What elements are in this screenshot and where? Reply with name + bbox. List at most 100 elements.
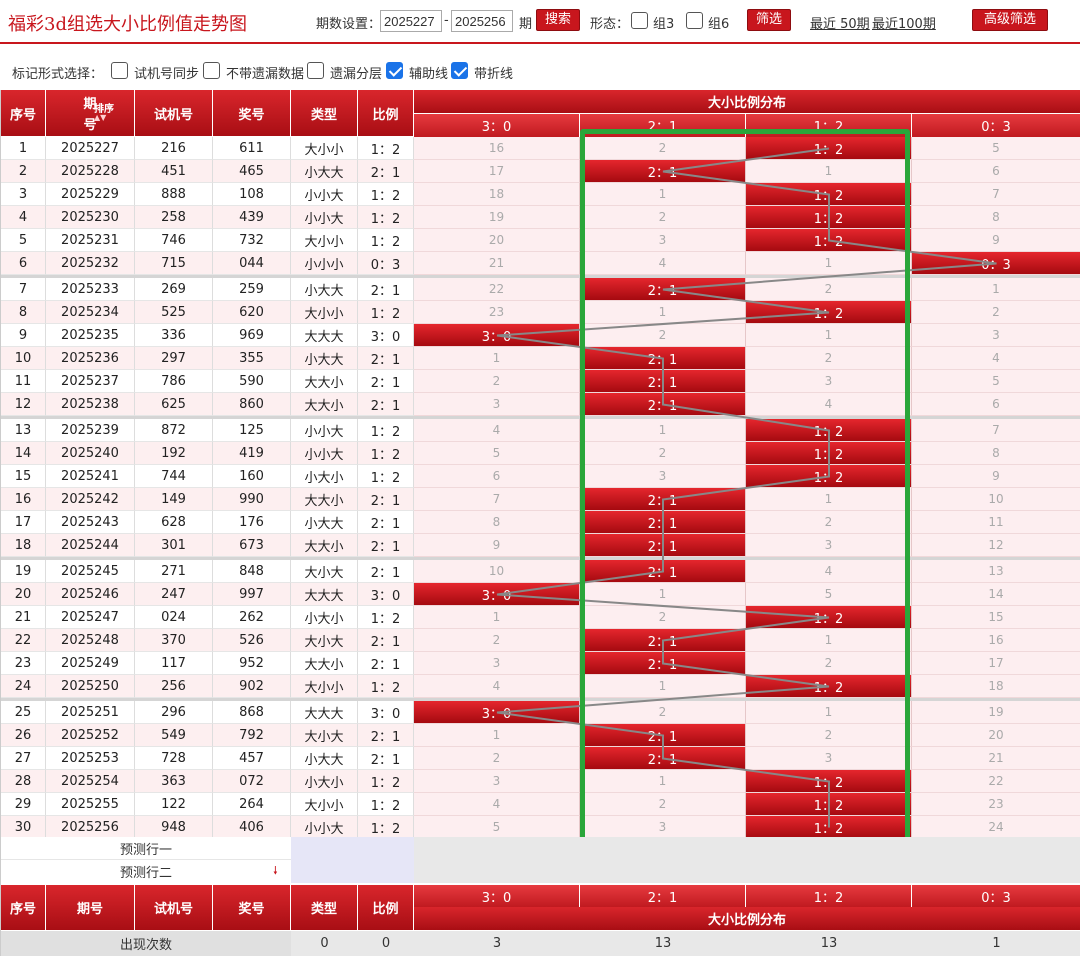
table-row: 12 2025238 625 860 大大小 2：1 3 2：1 4 6 — [1, 393, 1080, 416]
dist-miss-cell: 19 — [912, 701, 1080, 724]
table-row: 6 2025232 715 044 小小小 0：3 21 4 1 0：3 — [1, 252, 1080, 275]
start-period-input[interactable] — [380, 10, 442, 32]
dist-miss-cell: 6 — [912, 393, 1080, 416]
cell-win: 176 — [213, 511, 291, 534]
search-button[interactable]: 搜索 — [536, 9, 580, 31]
cell-win: 997 — [213, 583, 291, 606]
dist-hit-cell: 3：0 — [414, 701, 580, 724]
z6-checkbox[interactable] — [686, 12, 703, 29]
cell-type: 小大小 — [291, 606, 358, 629]
cell-seq: 20 — [1, 583, 46, 606]
cell-period: 2025249 — [46, 652, 135, 675]
cell-seq: 4 — [1, 206, 46, 229]
dist-miss-cell: 2 — [746, 278, 912, 301]
cell-win: 902 — [213, 675, 291, 698]
dist-hit-cell: 2：1 — [580, 534, 746, 557]
cell-win: 860 — [213, 393, 291, 416]
cell-test: 728 — [135, 747, 213, 770]
table-row: 5 2025231 746 732 大小小 1：2 20 3 1：2 9 — [1, 229, 1080, 252]
cell-test: 525 — [135, 301, 213, 324]
table-row: 8 2025234 525 620 大小小 1：2 23 1 1：2 2 — [1, 301, 1080, 324]
table-row: 9 2025235 336 969 大大大 3：0 3：0 2 1 3 — [1, 324, 1080, 347]
dist-miss-cell: 1 — [746, 160, 912, 183]
cell-seq: 6 — [1, 252, 46, 275]
predict-row-1[interactable]: 预测行一 — [1, 837, 291, 860]
option-label-nomiss: 不带遗漏数据 — [226, 67, 305, 82]
footer-header-win: 奖号 — [213, 885, 291, 931]
predict-type-cell[interactable] — [291, 837, 414, 883]
cell-ratio: 1：2 — [358, 442, 414, 465]
mark-label: 标记形式选择： — [12, 67, 104, 82]
recent-100-link[interactable]: 最近100期 — [872, 13, 936, 32]
cell-test: 256 — [135, 675, 213, 698]
header-dist: 大小比例分布 — [414, 90, 1080, 114]
table-row: 1 2025227 216 611 大小小 1：2 16 2 1：2 5 — [1, 137, 1080, 160]
option-checkbox-helper[interactable] — [386, 62, 403, 79]
count-cat-30: 3 — [414, 931, 580, 956]
dist-miss-cell: 1 — [580, 675, 746, 698]
dist-miss-cell: 6 — [912, 160, 1080, 183]
cell-type: 小大大 — [291, 747, 358, 770]
dist-hit-cell: 2：1 — [580, 724, 746, 747]
header-period[interactable]: 期 号 排序 ▲▼ — [46, 90, 135, 137]
table-row: 18 2025244 301 673 大大小 2：1 9 2：1 3 12 — [1, 534, 1080, 557]
dist-hit-cell: 2：1 — [580, 629, 746, 652]
cell-type: 大大大 — [291, 324, 358, 347]
cell-period: 2025253 — [46, 747, 135, 770]
cell-period: 2025232 — [46, 252, 135, 275]
cell-type: 大大大 — [291, 583, 358, 606]
dist-miss-cell: 23 — [414, 301, 580, 324]
top-toolbar: 福彩3d组选大小比例值走势图 期数设置： - 期 搜索 形态： 组3 组6 筛选… — [0, 0, 1080, 44]
dist-miss-cell: 9 — [912, 465, 1080, 488]
dist-miss-cell: 7 — [414, 488, 580, 511]
dist-miss-cell: 1 — [580, 770, 746, 793]
dist-miss-cell: 3 — [414, 393, 580, 416]
header-win: 奖号 — [213, 90, 291, 137]
predict-row-2[interactable]: 预测行二 🠗 — [1, 860, 291, 883]
recent-50-link[interactable]: 最近 50期 — [810, 13, 870, 32]
dist-hit-cell: 1：2 — [746, 770, 912, 793]
z3-checkbox[interactable] — [631, 12, 648, 29]
dist-miss-cell: 1 — [746, 701, 912, 724]
cell-type: 大大小 — [291, 488, 358, 511]
count-type: 0 — [291, 931, 358, 956]
cell-ratio: 1：2 — [358, 137, 414, 160]
dist-miss-cell: 8 — [414, 511, 580, 534]
cell-type: 小大大 — [291, 160, 358, 183]
cell-test: 451 — [135, 160, 213, 183]
cell-seq: 3 — [1, 183, 46, 206]
filter-button[interactable]: 筛选 — [747, 9, 791, 31]
cell-seq: 30 — [1, 816, 46, 839]
cell-test: 746 — [135, 229, 213, 252]
table-row: 16 2025242 149 990 大大小 2：1 7 2：1 1 10 — [1, 488, 1080, 511]
dist-miss-cell: 22 — [414, 278, 580, 301]
dist-miss-cell: 2 — [912, 301, 1080, 324]
predict-dist-area[interactable] — [414, 837, 1080, 883]
arrow-down-icon[interactable]: 🠗 — [273, 862, 278, 881]
cell-win: 125 — [213, 419, 291, 442]
cell-ratio: 2：1 — [358, 652, 414, 675]
cell-type: 小小大 — [291, 206, 358, 229]
cell-type: 大小小 — [291, 301, 358, 324]
dist-miss-cell: 9 — [912, 229, 1080, 252]
option-checkbox-nomiss[interactable] — [203, 62, 220, 79]
dist-hit-cell: 1：2 — [746, 183, 912, 206]
cell-type: 大小小 — [291, 793, 358, 816]
cell-period: 2025246 — [46, 583, 135, 606]
cell-seq: 9 — [1, 324, 46, 347]
cell-seq: 8 — [1, 301, 46, 324]
cell-seq: 17 — [1, 511, 46, 534]
option-checkbox-layer[interactable] — [307, 62, 324, 79]
dist-hit-cell: 1：2 — [746, 419, 912, 442]
cell-ratio: 2：1 — [358, 724, 414, 747]
advanced-filter-button[interactable]: 高级筛选 — [972, 9, 1048, 31]
cell-ratio: 1：2 — [358, 793, 414, 816]
end-period-input[interactable] — [451, 10, 513, 32]
dist-miss-cell: 5 — [912, 370, 1080, 393]
table-row: 25 2025251 296 868 大大大 3：0 3：0 2 1 19 — [1, 701, 1080, 724]
cell-ratio: 2：1 — [358, 347, 414, 370]
sort-arrow-icon[interactable]: ▲▼ — [94, 113, 106, 122]
option-checkbox-sync[interactable] — [111, 62, 128, 79]
cell-type: 大小大 — [291, 724, 358, 747]
option-checkbox-polyline[interactable] — [451, 62, 468, 79]
